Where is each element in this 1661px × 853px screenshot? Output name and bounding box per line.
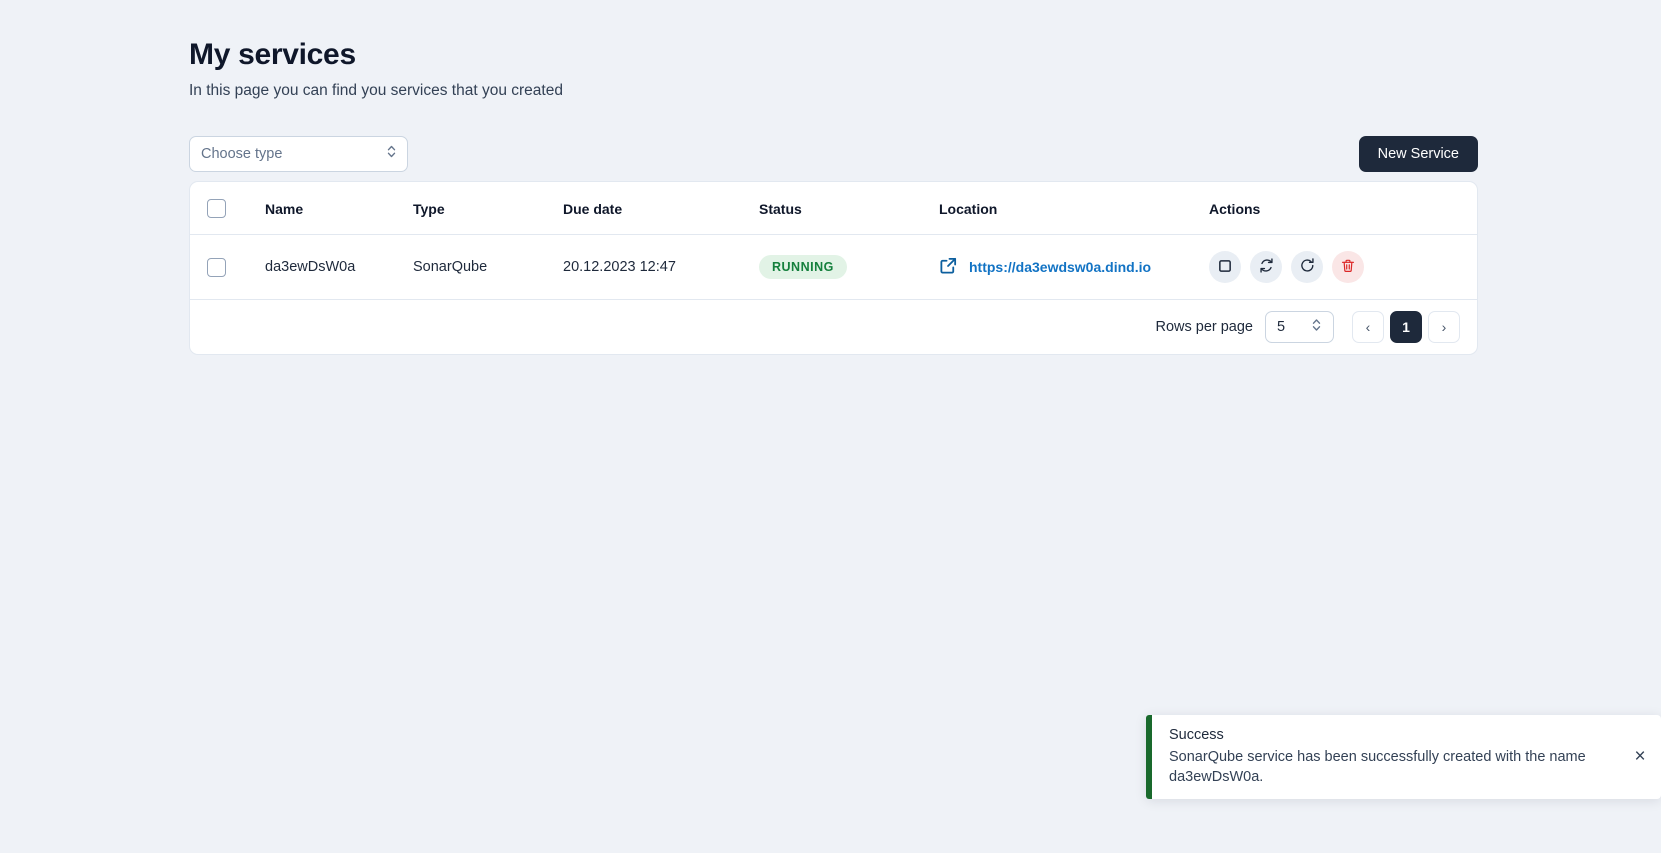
trash-icon (1340, 258, 1356, 277)
next-page-button[interactable]: › (1428, 311, 1460, 343)
cell-type: SonarQube (413, 259, 488, 275)
toast-message: SonarQube service has been successfully … (1169, 749, 1586, 785)
select-all-checkbox[interactable] (207, 199, 226, 218)
page-1-button[interactable]: 1 (1390, 311, 1422, 343)
app-page: My services In this page you can find yo… (0, 0, 1661, 853)
restart-icon-button[interactable] (1250, 251, 1282, 283)
rows-per-page-value: 5 (1277, 319, 1286, 335)
stop-icon (1217, 258, 1233, 277)
table-body: da3ewDsW0a SonarQube 20.12.2023 12:47 RU… (190, 235, 1477, 300)
column-header-location: Location (939, 182, 1209, 235)
table-head: Name Type Due date Status Location Actio… (190, 182, 1477, 235)
prev-page-button[interactable]: ‹ (1352, 311, 1384, 343)
close-icon[interactable]: × (1619, 715, 1661, 799)
location-link[interactable]: https://da3ewdsw0a.dind.io (969, 259, 1151, 275)
rows-per-page-select[interactable]: 5 (1265, 311, 1334, 343)
cell-status: RUNNING (759, 235, 939, 300)
type-filter[interactable]: Choose type (189, 136, 408, 172)
toolbar: Choose type New Service (189, 136, 1478, 172)
chevron-updown-icon (386, 144, 397, 165)
location-wrapper: https://da3ewdsw0a.dind.io (939, 256, 1209, 279)
row-checkbox[interactable] (207, 257, 226, 277)
row-actions (1209, 251, 1477, 283)
page-content: My services In this page you can find yo… (189, 0, 1478, 355)
chevron-updown-icon (1311, 317, 1322, 337)
rows-per-page-label: Rows per page (1155, 319, 1253, 335)
services-table-card: Name Type Due date Status Location Actio… (189, 181, 1478, 355)
page-title: My services (189, 38, 356, 71)
column-header-name: Name (265, 182, 413, 235)
new-service-button[interactable]: New Service (1358, 136, 1478, 172)
delete-icon-button[interactable] (1332, 251, 1364, 283)
select-all-header (190, 182, 265, 235)
table-footer: Rows per page 5 ‹ 1 › (190, 299, 1477, 354)
status-badge: RUNNING (759, 255, 847, 279)
column-header-actions: Actions (1209, 182, 1477, 235)
table-row: da3ewDsW0a SonarQube 20.12.2023 12:47 RU… (190, 235, 1477, 300)
column-header-type: Type (413, 182, 563, 235)
external-link-icon[interactable] (939, 256, 958, 279)
page-subtitle: In this page you can find you services t… (189, 82, 563, 99)
cell-name: da3ewDsW0a (265, 259, 356, 275)
logs-icon-button[interactable] (1291, 251, 1323, 283)
cell-due-date: 20.12.2023 12:47 (563, 259, 676, 275)
success-toast: Success SonarQube service has been succe… (1146, 715, 1661, 800)
history-rotate-icon (1299, 257, 1316, 277)
column-header-status: Status (759, 182, 939, 235)
cell-location: https://da3ewdsw0a.dind.io (939, 235, 1209, 300)
pagination: ‹ 1 › (1352, 311, 1460, 343)
stop-icon-button[interactable] (1209, 251, 1241, 283)
table-header-row: Name Type Due date Status Location Actio… (190, 182, 1477, 235)
toast-body: Success SonarQube service has been succe… (1152, 715, 1619, 799)
cell-actions (1209, 235, 1477, 300)
toast-title: Success (1169, 727, 1224, 743)
type-filter-value[interactable]: Choose type (189, 136, 408, 172)
restart-icon (1258, 257, 1275, 277)
row-select-cell (190, 235, 265, 300)
services-table: Name Type Due date Status Location Actio… (190, 182, 1477, 300)
column-header-due-date: Due date (563, 182, 759, 235)
